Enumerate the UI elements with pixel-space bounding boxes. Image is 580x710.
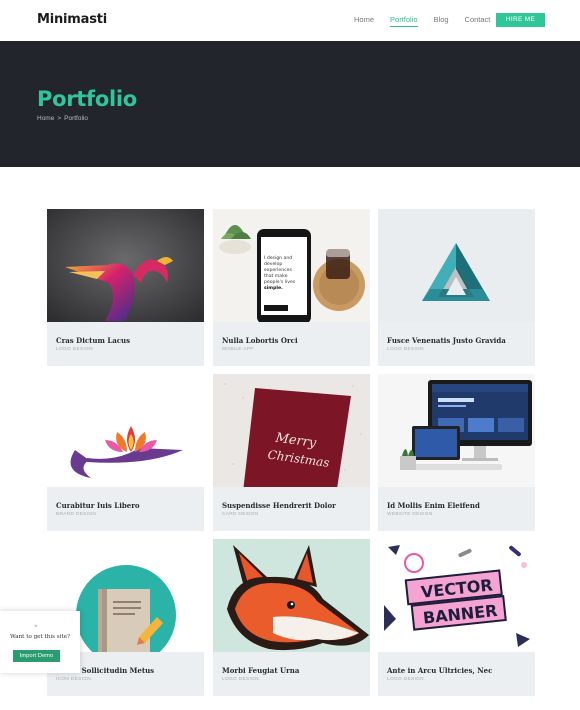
project-category: LOGO DESIGN: [56, 347, 93, 352]
project-category: WEBSITE DESIGN: [387, 512, 433, 517]
project-title[interactable]: Fusce Venenatis Justo Gravida: [387, 336, 506, 345]
portfolio-item[interactable]: Fusce Venenatis Justo Gravida LOGO DESIG…: [378, 209, 535, 366]
page-title: Portfolio: [37, 87, 137, 111]
nav-portfolio[interactable]: Portfolio: [390, 15, 418, 27]
project-category: ICON DESIGN: [56, 677, 92, 682]
main-nav: Home Portfolio Blog Contact: [354, 15, 506, 27]
project-caption: Nulla Lobortis Orci MOBILE APP: [213, 322, 370, 366]
breadcrumb-separator: >: [57, 115, 62, 122]
portfolio-item[interactable]: Curabitur Iuis Libero BRAND DESIGN: [47, 374, 204, 531]
project-thumbnail: I design and develop experiences that ma…: [213, 209, 370, 322]
project-thumbnail: VECTOR BANNER: [378, 539, 535, 652]
project-caption: Cras Dictum Lacus LOGO DESIGN: [47, 322, 204, 366]
site-logo[interactable]: Minimasti: [37, 12, 107, 27]
portfolio-item[interactable]: Merry Christmas Suspendisse Hendrerit Do…: [213, 374, 370, 531]
portfolio-item[interactable]: VECTOR BANNER Ante in Arcu Ultricies, Ne…: [378, 539, 535, 696]
project-title[interactable]: Ante in Arcu Ultricies, Nec: [387, 666, 492, 675]
portfolio-item[interactable]: I design and develop experiences that ma…: [213, 209, 370, 366]
project-caption: Curabitur Iuis Libero BRAND DESIGN: [47, 487, 204, 531]
phone-line: simple.: [264, 285, 283, 291]
close-icon[interactable]: ×: [34, 624, 38, 630]
breadcrumb-home[interactable]: Home: [37, 115, 54, 122]
project-thumbnail: [378, 209, 535, 322]
project-category: BRAND DESIGN: [56, 512, 97, 517]
hire-me-button[interactable]: HIRE ME: [496, 13, 545, 27]
project-thumbnail: [378, 374, 535, 487]
project-category: LOGO DESIGN: [387, 677, 424, 682]
nav-home[interactable]: Home: [354, 15, 374, 27]
phone-line: I design and: [264, 255, 292, 261]
project-caption: Suspendisse Hendrerit Dolor CARD DESIGN: [213, 487, 370, 531]
phone-line: that make: [264, 273, 288, 279]
project-thumbnail: [47, 374, 204, 487]
page-hero: Portfolio Home > Portfolio: [0, 41, 580, 167]
project-caption: Id Mollis Enim Eleifend WEBSITE DESIGN: [378, 487, 535, 531]
nav-contact[interactable]: Contact: [465, 15, 491, 27]
site-header: Minimasti Home Portfolio Blog Contact HI…: [0, 0, 580, 41]
project-title[interactable]: Nulla Lobortis Orci: [222, 336, 298, 345]
portfolio-item[interactable]: Cras Dictum Lacus LOGO DESIGN: [47, 209, 204, 366]
project-category: LOGO DESIGN: [222, 677, 259, 682]
project-thumbnail: Merry Christmas: [213, 374, 370, 487]
project-title[interactable]: Cras Dictum Lacus: [56, 336, 130, 345]
project-caption: Morbi Feugiat Urna LOGO DESIGN: [213, 652, 370, 696]
project-category: MOBILE APP: [222, 347, 254, 352]
breadcrumb: Home > Portfolio: [37, 115, 88, 122]
popup-question: Want to get this site?: [9, 634, 71, 640]
project-title[interactable]: Morbi Feugiat Urna: [222, 666, 299, 675]
phone-line: people's lives: [264, 279, 296, 285]
project-thumbnail: [47, 209, 204, 322]
project-category: CARD DESIGN: [222, 512, 259, 517]
project-category: LOGO DESIGN: [387, 347, 424, 352]
project-thumbnail: [213, 539, 370, 652]
nav-blog[interactable]: Blog: [434, 15, 449, 27]
project-caption: Fusce Venenatis Justo Gravida LOGO DESIG…: [378, 322, 535, 366]
phone-line: develop: [264, 261, 282, 267]
project-caption: Ante in Arcu Ultricies, Nec LOGO DESIGN: [378, 652, 535, 696]
import-demo-popup: × Want to get this site? Import Demo: [0, 611, 80, 673]
breadcrumb-current: Portfolio: [64, 115, 88, 122]
portfolio-item[interactable]: Id Mollis Enim Eleifend WEBSITE DESIGN: [378, 374, 535, 531]
project-title[interactable]: Curabitur Iuis Libero: [56, 501, 140, 510]
project-title[interactable]: Suspendisse Hendrerit Dolor: [222, 501, 336, 510]
import-demo-button[interactable]: Import Demo: [13, 650, 60, 662]
portfolio-item[interactable]: Morbi Feugiat Urna LOGO DESIGN: [213, 539, 370, 696]
phone-line: experiences: [264, 267, 292, 273]
project-title[interactable]: Id Mollis Enim Eleifend: [387, 501, 480, 510]
